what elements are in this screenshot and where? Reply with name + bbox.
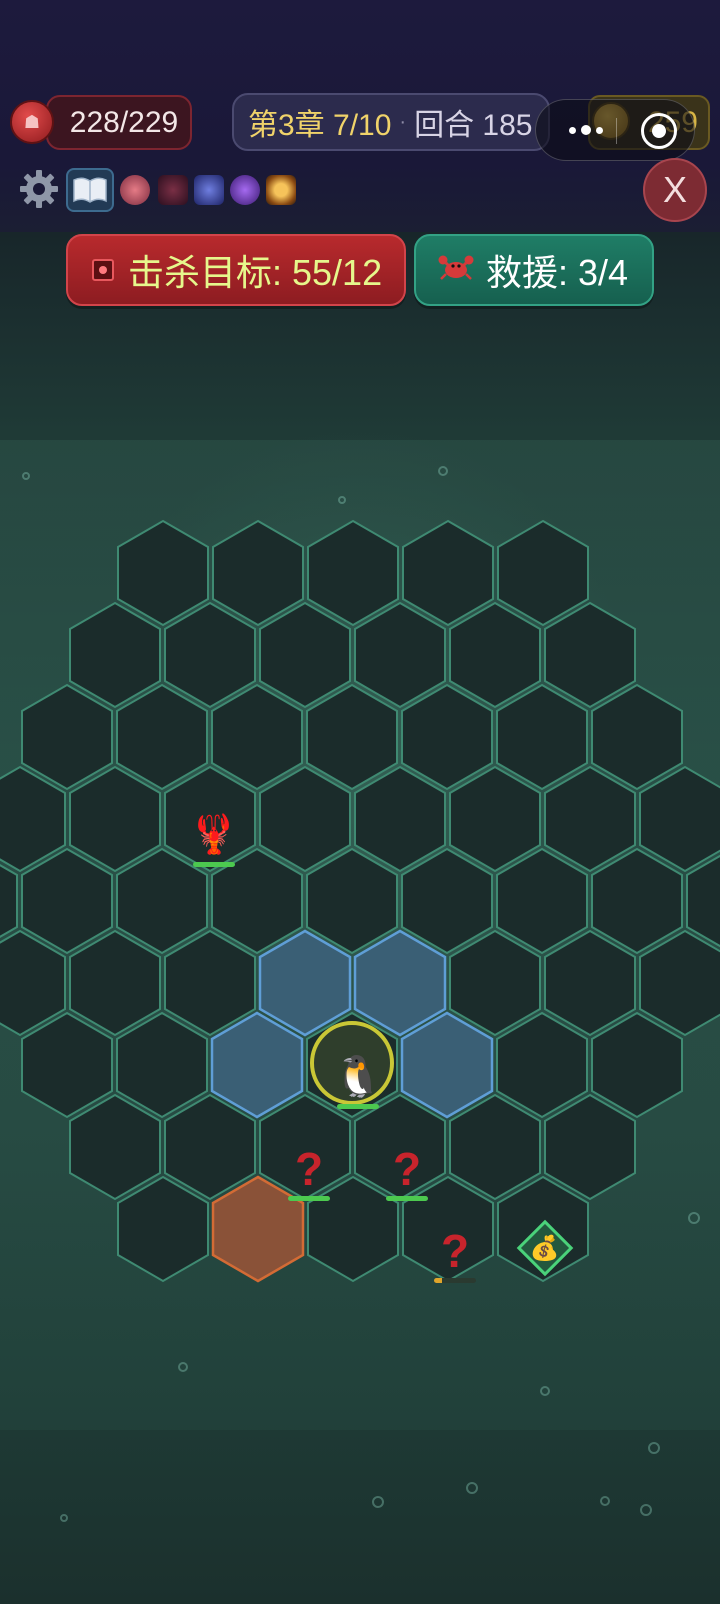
hex-tile[interactable] <box>69 1093 161 1201</box>
lobster-icon: 🦞 <box>190 814 238 856</box>
question-mark-icon: ? <box>392 1143 422 1195</box>
hex-tile[interactable] <box>591 847 683 955</box>
hex-tile[interactable] <box>354 601 446 709</box>
hex-tile[interactable] <box>496 1011 588 1119</box>
hex-tile[interactable] <box>259 765 351 873</box>
hex-tile[interactable] <box>69 929 161 1037</box>
hex-tile[interactable] <box>164 601 256 709</box>
hex-tile[interactable] <box>21 683 113 791</box>
hex-tile[interactable] <box>307 519 399 627</box>
unknown-hp-bar <box>434 1278 476 1283</box>
hex-tile[interactable] <box>591 683 683 791</box>
treasure-diamond-frame: 💰 <box>516 1219 574 1277</box>
hex-tile[interactable] <box>164 929 256 1037</box>
hex-tile[interactable] <box>69 765 161 873</box>
question-mark-icon: ? <box>440 1225 470 1277</box>
question-mark-icon: ? <box>294 1143 324 1195</box>
hex-tile[interactable] <box>544 601 636 709</box>
hp-bar-fill <box>434 1278 443 1283</box>
hex-tile[interactable] <box>639 929 720 1037</box>
hp-bar-fill <box>288 1196 330 1201</box>
hex-tile[interactable] <box>449 765 541 873</box>
hex-tile[interactable] <box>402 519 494 627</box>
hex-tile[interactable] <box>21 1011 113 1119</box>
hex-tile[interactable] <box>117 1175 209 1283</box>
hex-tile[interactable] <box>354 765 446 873</box>
hex-tile[interactable] <box>259 601 351 709</box>
hex-tile[interactable] <box>544 765 636 873</box>
hex-tile[interactable] <box>449 929 541 1037</box>
hex-tile[interactable] <box>164 1093 256 1201</box>
hex-tile-movable[interactable] <box>210 1011 304 1119</box>
hex-tile[interactable] <box>117 519 209 627</box>
hex-tile[interactable] <box>591 1011 683 1119</box>
hex-tile[interactable] <box>21 847 113 955</box>
unknown-unit[interactable]: ? <box>288 1144 330 1201</box>
hex-tile-movable[interactable] <box>400 1011 494 1119</box>
hex-tile-movable[interactable] <box>353 929 447 1037</box>
hex-tile[interactable] <box>212 519 304 627</box>
hp-bar-fill <box>336 1104 379 1109</box>
unknown-hp-bar <box>288 1196 330 1201</box>
unknown-unit[interactable]: ? <box>386 1144 428 1201</box>
hex-tile[interactable] <box>449 1093 541 1201</box>
hex-tile[interactable] <box>211 683 303 791</box>
hex-tile[interactable] <box>639 765 720 873</box>
hp-bar-fill <box>192 862 235 867</box>
enemy-hp-bar <box>192 862 235 867</box>
hex-tile[interactable] <box>401 847 493 955</box>
hex-tile-movable[interactable] <box>258 929 352 1037</box>
hex-tile[interactable] <box>306 847 398 955</box>
hex-tile[interactable] <box>544 929 636 1037</box>
hex-tile[interactable] <box>496 683 588 791</box>
hex-tile[interactable] <box>401 683 493 791</box>
player-hp-bar <box>336 1104 379 1109</box>
hex-tile[interactable] <box>449 601 541 709</box>
unknown-hp-bar <box>386 1196 428 1201</box>
hex-tile[interactable] <box>116 1011 208 1119</box>
unknown-unit[interactable]: ? <box>434 1226 476 1283</box>
hex-grid <box>0 519 720 1283</box>
treasure-icon: 💰 <box>530 1234 560 1262</box>
enemy-lobster[interactable]: 🦞 <box>190 810 237 867</box>
hex-tile[interactable] <box>69 601 161 709</box>
penguin-icon: 🐧 <box>333 1055 383 1099</box>
player-penguin[interactable]: 🐧 <box>333 1052 383 1109</box>
hex-tile[interactable] <box>306 683 398 791</box>
treasure-chest[interactable]: 💰 <box>516 1219 574 1277</box>
hex-tile[interactable] <box>544 1093 636 1201</box>
hp-bar-fill <box>386 1196 428 1201</box>
hex-board: 🦞 🐧 ? ? ? 💰 <box>0 0 720 1604</box>
hex-tile[interactable] <box>497 519 589 627</box>
hp-demon-icon: ☗ <box>10 100 54 144</box>
hex-tile[interactable] <box>116 683 208 791</box>
hex-tile[interactable] <box>496 847 588 955</box>
